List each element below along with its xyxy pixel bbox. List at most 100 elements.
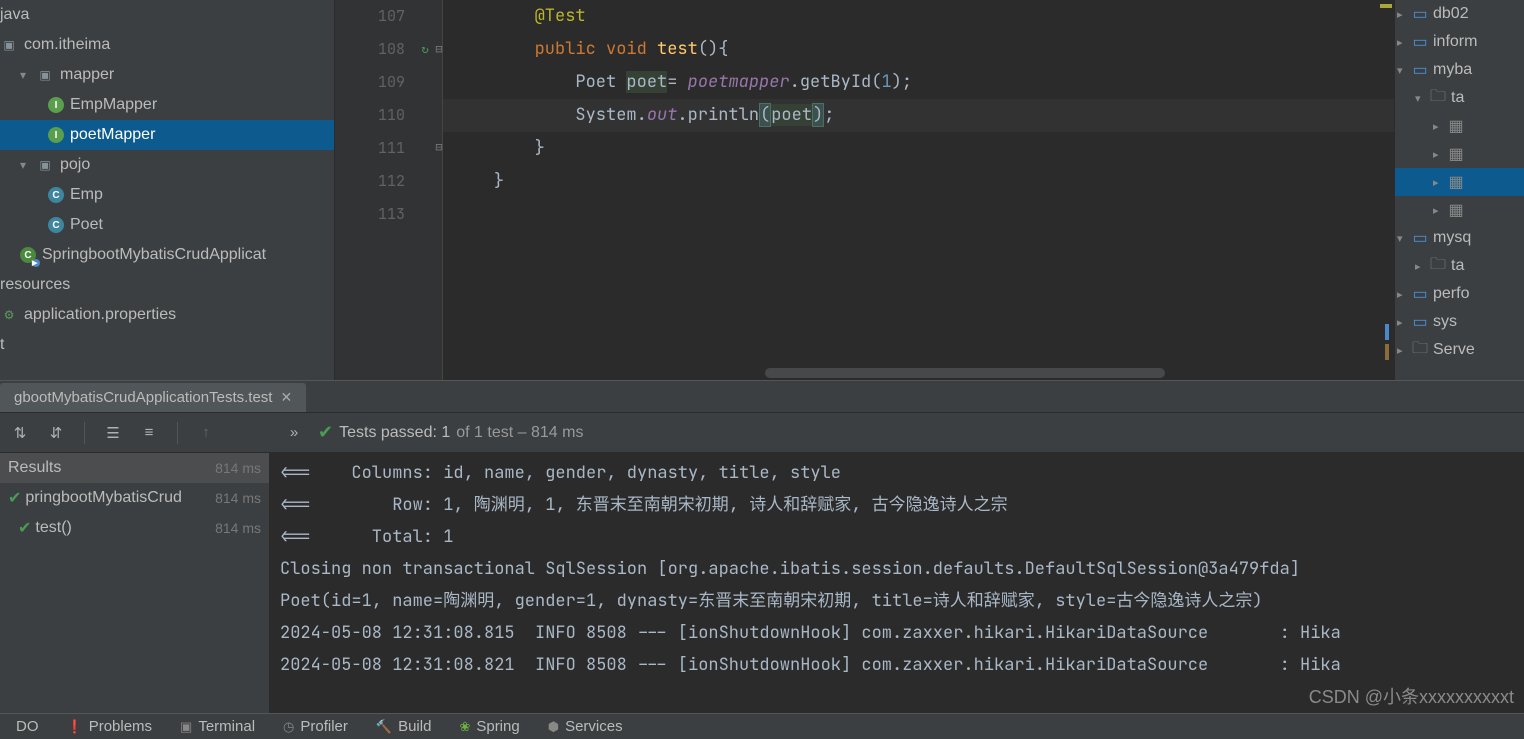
interface-icon: I bbox=[48, 127, 64, 143]
warning-icon: ❗ bbox=[67, 719, 83, 735]
db-tree-item[interactable]: ▸▦ bbox=[1395, 112, 1524, 140]
chevron-icon: ▸ bbox=[1397, 8, 1411, 21]
folder-icon: 🗀 bbox=[1411, 337, 1429, 364]
file-label: application.properties bbox=[24, 306, 176, 324]
schema-icon: ▭ bbox=[1411, 312, 1429, 332]
services-tab[interactable]: ⬢Services bbox=[536, 716, 635, 737]
build-tab[interactable]: 🔨Build bbox=[364, 716, 444, 737]
collapse-icon[interactable]: ≡ bbox=[137, 421, 161, 445]
db-label: myba bbox=[1433, 61, 1472, 79]
db-tree-item[interactable]: ▾▭myba bbox=[1395, 56, 1524, 84]
interface-icon: I bbox=[48, 97, 64, 113]
todo-tab[interactable]: DO bbox=[4, 716, 51, 737]
db-tree-item[interactable]: ▸🗀ta bbox=[1395, 252, 1524, 280]
code-line: } bbox=[443, 132, 1394, 165]
schema-icon: ▭ bbox=[1411, 284, 1429, 304]
run-tab[interactable]: gbootMybatisCrudApplicationTests.test ✕ bbox=[0, 383, 306, 412]
tree-item-package[interactable]: ▣ com.itheima bbox=[0, 30, 334, 60]
horizontal-scrollbar[interactable] bbox=[765, 368, 1165, 378]
profiler-tab[interactable]: ◷Profiler bbox=[271, 716, 360, 737]
package-icon: ▣ bbox=[0, 36, 18, 54]
tree-item-poet[interactable]: C Poet bbox=[0, 210, 334, 240]
folder-label: t bbox=[0, 336, 4, 354]
test-tree-row[interactable]: ✔pringbootMybatisCrud 814 ms bbox=[0, 483, 269, 513]
class-label: SpringbootMybatisCrudApplicat bbox=[42, 246, 266, 264]
terminal-icon: ▣ bbox=[180, 719, 192, 735]
table-icon: ▦ bbox=[1447, 200, 1465, 220]
tree-item-emp[interactable]: C Emp bbox=[0, 180, 334, 210]
chevron-icon: ▸ bbox=[1433, 120, 1447, 133]
db-tree-item[interactable]: ▸🗀Serve bbox=[1395, 336, 1524, 364]
db-label: mysq bbox=[1433, 229, 1471, 247]
check-icon: ✔ bbox=[8, 488, 21, 508]
code-line: } bbox=[443, 165, 1394, 198]
close-icon[interactable]: ✕ bbox=[280, 389, 292, 406]
db-tree-item[interactable]: ▾▭mysq bbox=[1395, 224, 1524, 252]
tree-item-appprops[interactable]: ⚙ application.properties bbox=[0, 300, 334, 330]
db-tree-item[interactable]: ▸▭inform bbox=[1395, 28, 1524, 56]
db-tree-item[interactable]: ▸▦ bbox=[1395, 140, 1524, 168]
chevron-icon: ▸ bbox=[1397, 36, 1411, 49]
folder-label: pojo bbox=[60, 156, 90, 174]
folder-label: mapper bbox=[60, 66, 114, 84]
problems-tab[interactable]: ❗Problems bbox=[55, 716, 165, 737]
run-tool-window: gbootMybatisCrudApplicationTests.test ✕ … bbox=[0, 380, 1524, 713]
check-icon: ✔ bbox=[318, 422, 333, 443]
package-icon: ▣ bbox=[36, 66, 54, 84]
tree-item-mapper[interactable]: ▾ ▣ mapper bbox=[0, 60, 334, 90]
db-tree-item[interactable]: ▸▭perfo bbox=[1395, 280, 1524, 308]
more-icon[interactable]: » bbox=[282, 421, 306, 445]
chevron-icon: ▾ bbox=[1397, 232, 1411, 245]
code-area[interactable]: @Test public void test(){ Poet poet= poe… bbox=[443, 0, 1394, 231]
db-tree-item[interactable]: ▸▦ bbox=[1395, 196, 1524, 224]
up-arrow-icon[interactable]: ↑ bbox=[194, 421, 218, 445]
code-line-current: System.out.println(poet); bbox=[443, 99, 1394, 132]
tree-item-resources[interactable]: resources bbox=[0, 270, 334, 300]
chevron-icon: ▾ bbox=[1415, 92, 1429, 105]
db-label: Serve bbox=[1433, 341, 1475, 359]
code-line bbox=[443, 198, 1394, 231]
db-tree-item[interactable]: ▸▭sys bbox=[1395, 308, 1524, 336]
spring-tab[interactable]: ❀Spring bbox=[447, 716, 531, 737]
schema-icon: ▭ bbox=[1411, 228, 1429, 248]
expand-icon[interactable]: ☰ bbox=[101, 421, 125, 445]
folder-label: java bbox=[0, 6, 29, 24]
class-label: Poet bbox=[70, 216, 103, 234]
services-icon: ⬢ bbox=[548, 719, 559, 735]
tree-item-pojo[interactable]: ▾ ▣ pojo bbox=[0, 150, 334, 180]
folder-label: com.itheima bbox=[24, 36, 110, 54]
line-number: 107 bbox=[335, 0, 413, 33]
db-label: sys bbox=[1433, 313, 1457, 331]
db-tree-item[interactable]: ▸▦ bbox=[1395, 168, 1524, 196]
tree-item-app[interactable]: C▶ SpringbootMybatisCrudApplicat bbox=[0, 240, 334, 270]
line-number: 108 bbox=[335, 33, 413, 66]
header-label: Results bbox=[8, 459, 61, 477]
line-number: 110 bbox=[335, 99, 413, 132]
package-icon: ▣ bbox=[36, 156, 54, 174]
class-icon: C bbox=[48, 187, 64, 203]
sort-alt-icon[interactable]: ⇵ bbox=[44, 421, 68, 445]
spring-icon: ❀ bbox=[459, 719, 470, 735]
db-label: inform bbox=[1433, 33, 1477, 51]
chevron-icon: ▸ bbox=[1433, 204, 1447, 217]
test-tree-header[interactable]: Results 814 ms bbox=[0, 453, 269, 483]
tree-item-java[interactable]: java bbox=[0, 0, 334, 30]
tree-item-poetmapper[interactable]: I poetMapper bbox=[0, 120, 334, 150]
console-output[interactable]: <== Columns: id, name, gender, dynasty, … bbox=[270, 453, 1524, 713]
tree-item-empmapper[interactable]: I EmpMapper bbox=[0, 90, 334, 120]
code-line: Poet poet= poetmapper.getById(1); bbox=[443, 66, 1394, 99]
chevron-down-icon: ▾ bbox=[20, 68, 36, 82]
db-tree-item[interactable]: ▸▭db02 bbox=[1395, 0, 1524, 28]
test-tree-row[interactable]: ✔test() 814 ms bbox=[0, 513, 269, 543]
terminal-tab[interactable]: ▣Terminal bbox=[168, 716, 267, 737]
folder-label: resources bbox=[0, 276, 70, 294]
schema-icon: ▭ bbox=[1411, 60, 1429, 80]
check-icon: ✔ bbox=[18, 518, 31, 538]
tree-item-t[interactable]: t bbox=[0, 330, 334, 360]
sort-icon[interactable]: ⇅ bbox=[8, 421, 32, 445]
db-tree-item[interactable]: ▾🗀ta bbox=[1395, 84, 1524, 112]
test-name: test() bbox=[35, 519, 71, 537]
code-editor[interactable]: 107 108 ↻ ⊟ 109 110 111 ⊟ 112 113 @Test … bbox=[335, 0, 1394, 380]
table-icon: ▦ bbox=[1447, 144, 1465, 164]
test-status: ✔ Tests passed: 1 of 1 test – 814 ms bbox=[318, 422, 583, 443]
